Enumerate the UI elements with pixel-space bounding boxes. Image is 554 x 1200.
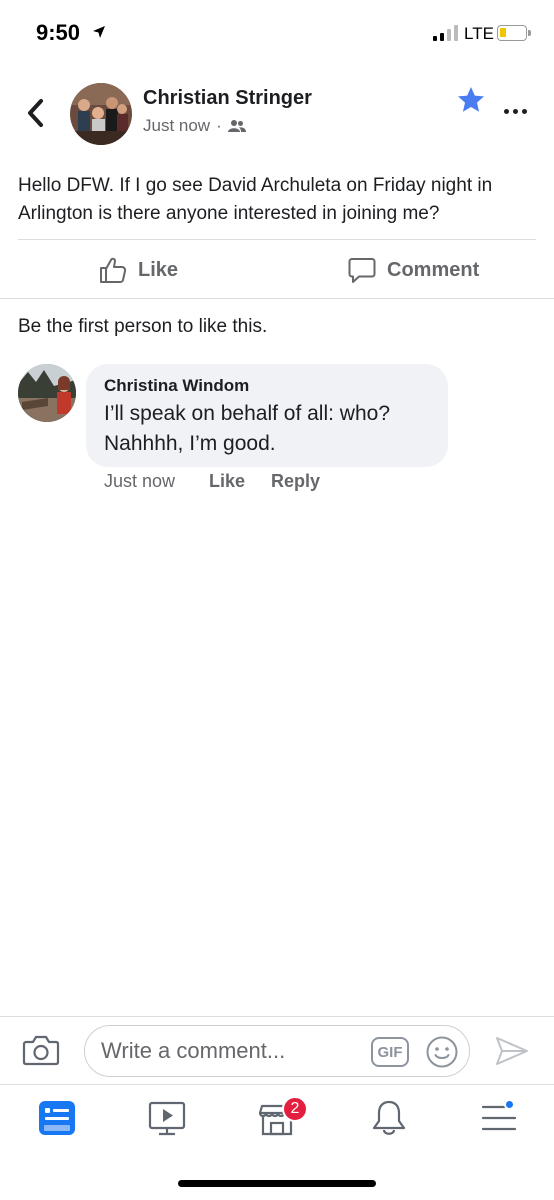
menu-notification-dot [504,1099,515,1110]
like-button[interactable]: Like [98,254,178,286]
signal-strength-icon [433,25,458,41]
post-author-name[interactable]: Christian Stringer [143,87,312,110]
divider [18,239,536,240]
thumbs-up-icon [100,257,127,283]
marketplace-badge: 2 [282,1096,308,1122]
post-meta: Just now · [143,116,246,136]
battery-icon [497,25,527,41]
comment-input[interactable] [101,1036,361,1066]
home-indicator[interactable] [178,1180,376,1187]
star-icon[interactable] [456,85,486,115]
author-avatar[interactable] [70,83,132,145]
post-text: Hello DFW. If I go see David Archuleta o… [18,175,493,224]
divider [0,298,554,299]
send-icon[interactable] [494,1033,530,1069]
likes-summary: Be the first person to like this. [18,316,268,337]
meta-separator-dot: · [216,116,222,135]
network-type: LTE [464,24,494,43]
comment-like-button[interactable]: Like [209,471,271,492]
battery-tip [528,30,531,36]
divider [0,1016,554,1017]
gif-button[interactable]: GIF [371,1037,409,1067]
post-timestamp[interactable]: Just now [143,116,210,136]
watch-icon[interactable] [147,1098,187,1138]
camera-icon[interactable] [22,1033,60,1067]
comment-composer[interactable]: GIF [84,1025,470,1077]
comment-button[interactable]: Comment [347,254,479,286]
comment-reply-button[interactable]: Reply [271,471,320,492]
bell-icon[interactable] [369,1098,409,1138]
commenter-avatar[interactable] [18,364,76,422]
comment-timestamp: Just now [104,471,176,491]
location-arrow-icon [93,26,105,38]
emoji-icon[interactable] [425,1035,459,1069]
divider [0,1084,554,1085]
more-options-button[interactable] [504,104,532,118]
status-bar: 9:50 LTE [0,0,554,70]
back-button[interactable] [22,96,50,130]
comment-button-label: Comment [387,258,480,281]
comment-actions: Just now Like Reply [104,471,320,492]
like-button-label: Like [138,258,179,281]
comment-author-name[interactable]: Christina Windom [104,376,430,396]
comment-text: I’ll speak on behalf of all: who? Nahhhh… [104,402,391,455]
friends-icon[interactable] [227,119,246,133]
news-feed-icon[interactable] [37,1098,77,1138]
comment-bubble-icon [348,258,376,283]
status-time: 9:50 [36,20,81,45]
comment-bubble[interactable]: Christina Windom I’ll speak on behalf of… [86,364,448,467]
